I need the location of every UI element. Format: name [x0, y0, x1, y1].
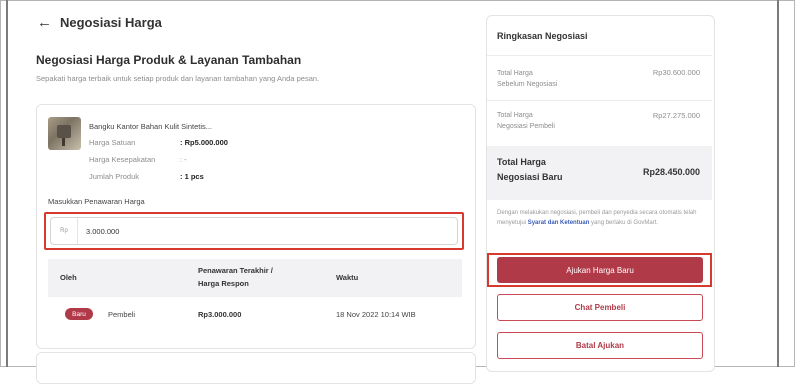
offer-price-input[interactable]: Rp 3.000.000	[50, 217, 458, 245]
offer-label: Masukkan Penawaran Harga	[48, 197, 145, 206]
offer-input-value[interactable]: 3.000.000	[78, 227, 119, 236]
before-value: Rp30.600.000	[652, 68, 700, 77]
back-link[interactable]: ← Negosiasi Harga	[37, 14, 162, 31]
terms-text: Dengan melakukan negosiasi, pembeli dan …	[497, 210, 697, 226]
unit-price-value: : Rp5.000.000	[180, 138, 228, 147]
quantity-label: Jumlah Produk	[89, 172, 140, 181]
cancel-submission-button[interactable]: Batal Ajukan	[497, 332, 703, 359]
row-time: 18 Nov 2022 10:14 WIB	[336, 310, 416, 319]
quantity-value: : 1 pcs	[180, 172, 204, 181]
new-total-value: Rp28.450.000	[642, 167, 700, 177]
col-last-offer-line2: Harga Respon	[198, 279, 249, 288]
unit-price-row: Harga Satuan : Rp5.000.000	[89, 138, 228, 147]
submit-new-price-button[interactable]: Ajukan Harga Baru	[497, 257, 703, 283]
col-last-offer-line1: Penawaran Terakhir /	[198, 266, 273, 275]
divider	[487, 55, 712, 56]
offer-input-highlight: Rp 3.000.000	[44, 212, 464, 250]
currency-prefix: Rp	[51, 218, 78, 244]
divider	[487, 100, 712, 101]
quantity-row: Jumlah Produk : 1 pcs	[89, 172, 204, 181]
buyer-label: Total Harga Negosiasi Pembeli	[497, 112, 555, 130]
product-thumbnail	[48, 117, 81, 150]
col-time: Waktu	[336, 273, 359, 282]
arrow-left-icon[interactable]: ←	[37, 14, 52, 31]
new-total-label: Total Harga Negosiasi Baru	[497, 157, 563, 182]
terms-link[interactable]: Syarat dan Ketentuan	[528, 220, 590, 226]
summary-title: Ringkasan Negosiasi	[497, 31, 588, 41]
buyer-value: Rp27.275.000	[652, 111, 700, 120]
section-subtitle: Sepakati harga terbaik untuk setiap prod…	[36, 74, 320, 83]
table-row: Baru Pembeli Rp3.000.000 18 Nov 2022 10:…	[48, 297, 462, 335]
row-by: Pembeli	[108, 310, 136, 319]
page-title: Negosiasi Harga	[60, 15, 162, 30]
agreed-price-label: Harga Kesepakatan	[89, 155, 156, 164]
agreed-price-row: Harga Kesepakatan : -	[89, 155, 187, 164]
col-by: Oleh	[60, 273, 77, 282]
agreed-price-value: : -	[180, 155, 187, 164]
unit-price-label: Harga Satuan	[89, 138, 136, 147]
left-border	[6, 0, 8, 367]
row-price: Rp3.000.000	[198, 310, 242, 319]
status-badge: Baru	[65, 308, 93, 320]
section-title: Negosiasi Harga Produk & Layanan Tambaha…	[36, 53, 302, 67]
table-header: Oleh Penawaran Terakhir / Harga Respon W…	[48, 259, 462, 297]
next-product-card	[36, 352, 476, 384]
right-border	[777, 0, 779, 367]
chat-buyer-button[interactable]: Chat Pembeli	[497, 294, 703, 321]
product-name[interactable]: Bangku Kantor Bahan Kulit Sintetis...	[89, 122, 212, 131]
before-label: Total Harga Sebelum Negosiasi	[497, 70, 558, 88]
